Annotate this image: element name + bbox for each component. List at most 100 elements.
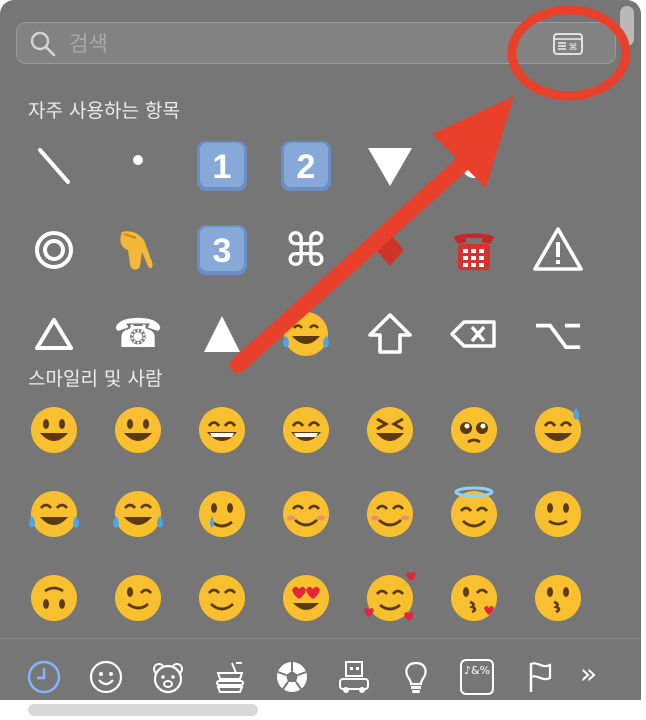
halo-face-icon: [451, 486, 497, 537]
more-icon-label: »: [580, 657, 598, 690]
building-icon[interactable]: [336, 659, 372, 695]
character-viewer-icon[interactable]: ⌘: [553, 33, 583, 55]
keycap-2-label: 2: [297, 148, 316, 186]
winking-face-icon: [115, 575, 161, 621]
smiley-face-tears-joy[interactable]: [12, 472, 96, 556]
frequent-delete-key[interactable]: [432, 292, 516, 376]
smiley-grinning-sweat[interactable]: [516, 388, 600, 472]
frequent-shift-arrow[interactable]: [348, 292, 432, 376]
smiley-smiling-face[interactable]: [264, 472, 348, 556]
upside-down-icon: [31, 575, 77, 621]
warning-sign-icon: [533, 227, 583, 271]
grinning-sweat-icon: [535, 407, 581, 453]
frequent-command-key[interactable]: ⌘: [264, 208, 348, 292]
smiley-squinting-face[interactable]: [348, 388, 432, 472]
scrollbar-thumb[interactable]: [620, 6, 634, 46]
up-triangle-solid-icon: [204, 316, 240, 352]
smiley-rolling-laughing[interactable]: [96, 472, 180, 556]
smiley-relieved-face[interactable]: [180, 556, 264, 640]
section-title-frequent: 자주 사용하는 항목: [28, 100, 180, 122]
bullseye-circle-icon: [35, 231, 73, 269]
pointing-hand-icon: [120, 231, 153, 270]
kissing-face-icon: [535, 575, 581, 621]
symbols-icon[interactable]: ♪&%: [460, 659, 494, 695]
squinting-face-icon: [367, 407, 413, 453]
smiley-beaming-face[interactable]: [264, 388, 348, 472]
grinning-face-icon: [31, 407, 77, 453]
keycap-3-label: 3: [213, 232, 232, 270]
frequent-white-dot[interactable]: [432, 124, 516, 208]
smiley-grinning-big-eyes[interactable]: [96, 388, 180, 472]
frequent-option-key[interactable]: ⌥: [516, 292, 600, 376]
rolling-laughing-icon: [113, 491, 163, 537]
smiley-winking-face[interactable]: [96, 556, 180, 640]
search-field[interactable]: [16, 22, 616, 64]
search-icon: [30, 31, 56, 57]
frequent-down-triangle[interactable]: [348, 124, 432, 208]
smiley-slight-smile[interactable]: [516, 472, 600, 556]
shift-arrow-icon: [368, 313, 412, 354]
frequent-keycap-1[interactable]: 1: [180, 124, 264, 208]
underlying-text-fragment: [28, 704, 258, 716]
smiling-tear-icon: [199, 491, 245, 537]
face-tears-joy-icon: [29, 491, 79, 537]
frequent-keycap-2[interactable]: 2: [264, 124, 348, 208]
ball-icon[interactable]: [274, 659, 310, 695]
frequent-pointing-hand[interactable]: [96, 208, 180, 292]
grinning-big-eyes-icon: [115, 407, 161, 453]
smiley-smiling-eyes[interactable]: [348, 472, 432, 556]
frequent-diagonal-line[interactable]: [12, 124, 96, 208]
smiley-grinning-smiling-eyes[interactable]: [180, 388, 264, 472]
svg-text:⌘: ⌘: [569, 43, 578, 53]
frequent-red-diamond[interactable]: [348, 208, 432, 292]
frequent-empty-slot: [516, 124, 600, 208]
heart-eyes-icon: [283, 575, 329, 621]
smiley-holding-back-tears[interactable]: [432, 388, 516, 472]
smiley-heart-eyes[interactable]: [264, 556, 348, 640]
smiley-kissing-heart[interactable]: [432, 556, 516, 640]
smiling-eyes-icon: [367, 491, 413, 537]
smiley-halo-face[interactable]: [432, 472, 516, 556]
holding-back-tears-icon: [451, 407, 497, 453]
frequent-up-triangle-solid[interactable]: [180, 292, 264, 376]
recent-icon[interactable]: [26, 659, 62, 695]
section-title-smileys: 스마일리 및 사람: [28, 368, 163, 390]
frequent-keycap-3[interactable]: 3: [180, 208, 264, 292]
food-icon[interactable]: [212, 659, 248, 695]
telephone-glyph-icon: ☎: [113, 311, 163, 357]
telephone-icon: [454, 233, 494, 270]
red-diamond-icon: [376, 234, 404, 266]
frequent-grid: 1 2 3 ⌘ ☎ ⌥: [12, 124, 600, 376]
frequent-bullseye[interactable]: [12, 208, 96, 292]
frequent-tears-of-joy[interactable]: [264, 292, 348, 376]
smiley-smiling-hearts[interactable]: [348, 556, 432, 640]
diagonal-line-icon: [38, 148, 70, 184]
frequent-warning[interactable]: [516, 208, 600, 292]
kissing-heart-icon: [451, 575, 497, 621]
symbols-icon-label: ♪&%: [463, 664, 491, 677]
smiling-face-icon: [283, 491, 329, 537]
down-triangle-icon: [368, 148, 412, 186]
more-icon[interactable]: »: [580, 657, 616, 693]
smiley-grinning-face[interactable]: [12, 388, 96, 472]
smiley-smiling-tear[interactable]: [180, 472, 264, 556]
smiley-kissing-face[interactable]: [516, 556, 600, 640]
frequent-telephone[interactable]: [432, 208, 516, 292]
search-input[interactable]: [67, 29, 491, 59]
keycap-1-icon: 1: [197, 141, 247, 191]
smiley-upside-down[interactable]: [12, 556, 96, 640]
lightbulb-icon[interactable]: [398, 659, 434, 695]
animal-icon[interactable]: [150, 659, 186, 695]
relieved-face-icon: [199, 575, 245, 621]
slight-smile-icon: [535, 491, 581, 537]
smiley-icon[interactable]: [88, 659, 124, 695]
flag-icon[interactable]: [522, 659, 558, 695]
frequent-small-dot[interactable]: [96, 124, 180, 208]
underlying-window-strip: [0, 700, 646, 720]
keycap-3-icon: 3: [197, 225, 247, 275]
white-dot-icon: [462, 154, 486, 178]
up-triangle-outline-icon: [35, 318, 73, 350]
small-dot-icon: [133, 155, 143, 165]
face-tears-joy-icon: [283, 312, 329, 356]
smiling-hearts-icon: [364, 572, 416, 621]
